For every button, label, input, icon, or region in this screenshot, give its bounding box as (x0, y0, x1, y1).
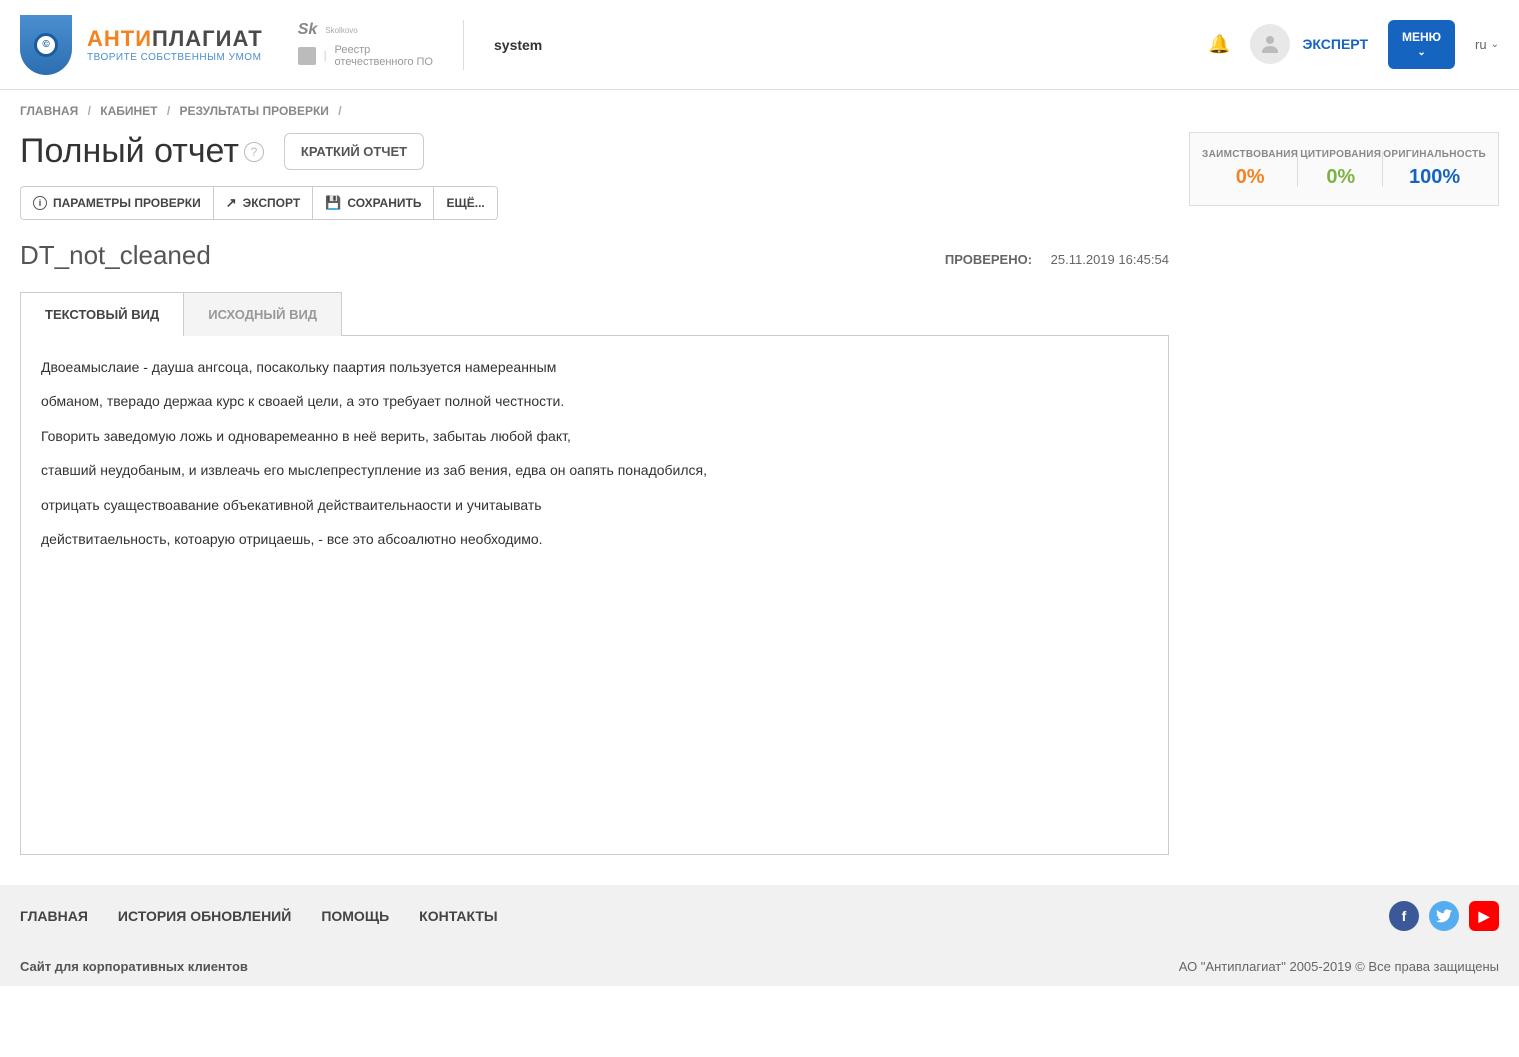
stat-citations: ЦИТИРОВАНИЯ 0% (1298, 149, 1383, 189)
help-icon[interactable]: ? (244, 142, 264, 162)
system-label: system (494, 37, 542, 53)
checked-info: ПРОВЕРЕНО: 25.11.2019 16:45:54 (945, 252, 1169, 267)
footer-link-history[interactable]: ИСТОРИЯ ОБНОВЛЕНИЙ (118, 908, 291, 924)
sk-sub: Skolkovo (325, 26, 357, 35)
sk-logo: Sk (298, 21, 318, 39)
tabs: ТЕКСТОВЫЙ ВИД ИСХОДНЫЙ ВИД (20, 291, 1169, 335)
check-params-button[interactable]: i ПАРАМЕТРЫ ПРОВЕРКИ (21, 187, 214, 219)
content-line: Говорить заведомую ложь и одноваремеанно… (41, 425, 1148, 447)
breadcrumb-item[interactable]: КАБИНЕТ (100, 104, 157, 118)
tab-source-view[interactable]: ИСХОДНЫЙ ВИД (184, 292, 342, 336)
logo-subtitle: ТВОРИТЕ СОБСТВЕННЫМ УМОМ (87, 52, 263, 63)
header: © АНТИПЛАГИАТ ТВОРИТЕ СОБСТВЕННЫМ УМОМ S… (0, 0, 1519, 90)
logo-anti: АНТИ (87, 26, 152, 51)
bell-icon[interactable]: 🔔 (1208, 34, 1230, 55)
content-line: обманом, тверадо держаа курс к своаей це… (41, 390, 1148, 412)
tab-text-view[interactable]: ТЕКСТОВЫЙ ВИД (20, 292, 184, 336)
content-line: действитаельность, котоарую отрицаешь, -… (41, 528, 1148, 550)
footer-link-contacts[interactable]: КОНТАКТЫ (419, 908, 497, 924)
footer-link-home[interactable]: ГЛАВНАЯ (20, 908, 88, 924)
save-icon: 💾 (325, 195, 341, 211)
expert-link[interactable]: ЭКСПЕРТ (1302, 36, 1368, 52)
document-name: DT_not_cleaned (20, 240, 211, 271)
footer-link-help[interactable]: ПОМОЩЬ (321, 908, 389, 924)
emblem-icon (298, 47, 316, 65)
content-line: отрицать суаществоавание объекативной де… (41, 494, 1148, 516)
brief-report-button[interactable]: КРАТКИЙ ОТЧЕТ (284, 133, 424, 170)
youtube-icon[interactable]: ▶ (1469, 901, 1499, 931)
facebook-icon[interactable]: f (1389, 901, 1419, 931)
content-box: Двоеамыслаие - дауша ангсоца, посакольку… (20, 335, 1169, 855)
avatar-icon[interactable] (1250, 24, 1290, 64)
info-icon: i (33, 196, 47, 210)
chevron-down-icon: ⌄ (1491, 39, 1499, 50)
stats-panel: ЗАИМСТВОВАНИЯ 0% ЦИТИРОВАНИЯ 0% ОРИГИНАЛ… (1189, 132, 1499, 206)
chevron-down-icon: ⌄ (1402, 47, 1441, 59)
footer-copyright: АО "Антиплагиат" 2005-2019 © Все права з… (1179, 959, 1499, 974)
footer: ГЛАВНАЯ ИСТОРИЯ ОБНОВЛЕНИЙ ПОМОЩЬ КОНТАК… (0, 885, 1519, 986)
stat-borrowings: ЗАИМСТВОВАНИЯ 0% (1202, 149, 1298, 189)
save-button[interactable]: 💾 СОХРАНИТЬ (313, 187, 434, 219)
more-button[interactable]: ЕЩЁ... (434, 187, 496, 219)
shield-logo-icon: © (20, 15, 72, 75)
page-title: Полный отчет ? (20, 132, 264, 171)
breadcrumb-item[interactable]: РЕЗУЛЬТАТЫ ПРОВЕРКИ (180, 104, 329, 118)
stat-originality: ОРИГИНАЛЬНОСТЬ 100% (1383, 149, 1486, 189)
breadcrumb: ГЛАВНАЯ / КАБИНЕТ / РЕЗУЛЬТАТЫ ПРОВЕРКИ … (0, 90, 1519, 132)
logo-text: АНТИПЛАГИАТ ТВОРИТЕ СОБСТВЕННЫМ УМОМ (87, 26, 263, 63)
content-line: Двоеамыслаие - дауша ангсоца, посакольку… (41, 356, 1148, 378)
logo-plag: ПЛАГИАТ (152, 26, 263, 51)
menu-button[interactable]: МЕНЮ ⌄ (1388, 20, 1455, 68)
breadcrumb-item[interactable]: ГЛАВНАЯ (20, 104, 78, 118)
language-selector[interactable]: ru ⌄ (1475, 37, 1499, 52)
twitter-icon[interactable] (1429, 901, 1459, 931)
partner-logos: Sk Skolkovo | Реестр отечественного ПО (298, 21, 433, 68)
export-icon: ↗ (226, 195, 237, 211)
footer-corp-link[interactable]: Сайт для корпоративных клиентов (20, 959, 248, 974)
export-button[interactable]: ↗ ЭКСПОРТ (214, 187, 313, 219)
header-divider (463, 20, 464, 70)
content-line: ставший неудобаным, и извлеачь его мысле… (41, 459, 1148, 481)
reestr-line2: отечественного ПО (335, 56, 433, 68)
reestr-line1: Реестр (335, 44, 433, 56)
logo-block[interactable]: © АНТИПЛАГИАТ ТВОРИТЕ СОБСТВЕННЫМ УМОМ (20, 15, 263, 75)
toolbar: i ПАРАМЕТРЫ ПРОВЕРКИ ↗ ЭКСПОРТ 💾 СОХРАНИ… (20, 186, 498, 220)
